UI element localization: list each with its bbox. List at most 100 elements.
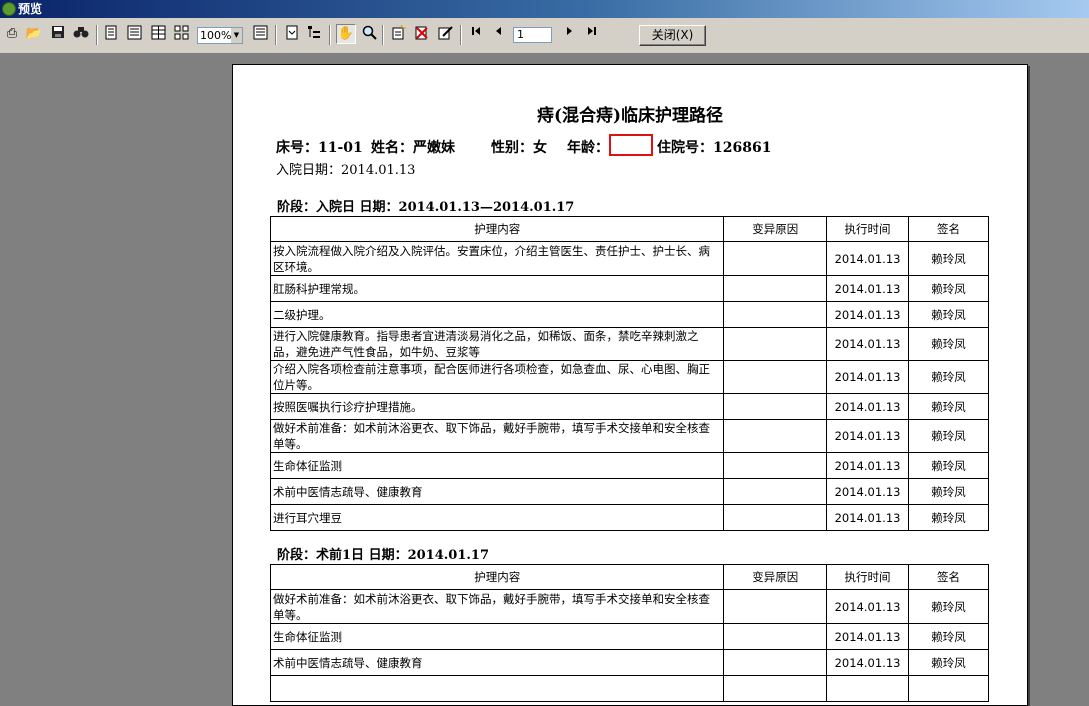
row-reason — [723, 241, 828, 276]
table-row: 二级护理。 2014.01.13 赖玲凤 — [269, 301, 990, 328]
row-reason — [723, 419, 828, 453]
table-row: 按照医嘱执行诊疗护理措施。 2014.01.13 赖玲凤 — [269, 393, 990, 420]
stage-1-table: 护理内容 变异原因 执行时间 签名 按入院流程做入院介绍及入院评估。安置床位，介… — [269, 216, 990, 531]
row-content: 进行耳穴埋豆 — [269, 504, 725, 531]
row-time: 2014.01.13 — [826, 452, 909, 479]
stage-2-header: 阶段：术前1日 日期：2014.01.17 — [277, 548, 489, 563]
chevron-down-icon[interactable]: ▼ — [231, 28, 242, 43]
document-title: 痔(混合痔)临床护理路径 — [536, 106, 724, 126]
table-row: 进行耳穴埋豆 2014.01.13 赖玲凤 — [269, 504, 990, 531]
row-time: 2014.01.13 — [826, 241, 909, 276]
row-sign: 赖玲凤 — [907, 623, 990, 650]
row-time: 2014.01.13 — [826, 649, 909, 676]
open-icon[interactable]: 📂 — [25, 25, 43, 43]
table-row: 生命体征监测 2014.01.13 赖玲凤 — [269, 623, 990, 650]
zoom-value: 100% — [200, 29, 232, 42]
page-setup-icon[interactable] — [251, 25, 269, 43]
row-content: 生命体征监测 — [269, 623, 725, 650]
outline-icon[interactable] — [283, 25, 301, 43]
print-icon[interactable]: ⎙ — [3, 25, 21, 43]
stage-2-table: 护理内容 变异原因 执行时间 签名 做好术前准备：如术前沐浴更衣、取下饰品，戴好… — [269, 564, 990, 702]
header-reason: 变异原因 — [723, 564, 828, 590]
zoom-icon[interactable] — [360, 25, 378, 43]
row-reason — [723, 649, 828, 676]
row-content: 做好术前准备：如术前沐浴更衣、取下饰品，戴好手腕带，填写手术交接单和安全核查单等… — [269, 589, 725, 624]
row-sign: 赖玲凤 — [907, 241, 990, 276]
header-time: 执行时间 — [826, 216, 909, 242]
tree-icon[interactable] — [305, 25, 323, 43]
header-content: 护理内容 — [269, 216, 725, 242]
row-time: 2014.01.13 — [826, 478, 909, 505]
row-content: 按照医嘱执行诊疗护理措施。 — [269, 393, 725, 420]
patient-name: 姓名：严嫩妹 — [371, 140, 455, 156]
row-time: 2014.01.13 — [826, 623, 909, 650]
row-content: 二级护理。 — [269, 301, 725, 328]
row-reason — [723, 452, 828, 479]
four-page-icon[interactable] — [149, 25, 167, 43]
table-row: 进行入院健康教育。指导患者宜进清淡易消化之品，如稀饭、面条，禁吃辛辣刺激之品，避… — [269, 327, 990, 361]
row-content: 介绍入院各项检查前注意事项，配合医师进行各项检查，如急查血、尿、心电图、胸正位片… — [269, 360, 725, 394]
table-row: 肛肠科护理常规。 2014.01.13 赖玲凤 — [269, 275, 990, 302]
single-page-icon[interactable] — [102, 25, 120, 43]
table-row: 术前中医情志疏导、健康教育 2014.01.13 赖玲凤 — [269, 649, 990, 676]
row-time: 2014.01.13 — [826, 360, 909, 394]
find-icon[interactable] — [72, 25, 90, 43]
row-time: 2014.01.13 — [826, 589, 909, 624]
row-sign: 赖玲凤 — [907, 301, 990, 328]
save-icon[interactable] — [49, 25, 67, 43]
table-header-row: 护理内容 变异原因 执行时间 签名 — [269, 564, 990, 590]
table-row: 做好术前准备：如术前沐浴更衣、取下饰品，戴好手腕带，填写手术交接单和安全核查单等… — [269, 589, 990, 624]
row-time: 2014.01.13 — [826, 327, 909, 361]
zoom-select[interactable]: 100% ▼ — [197, 27, 243, 44]
header-sign: 签名 — [907, 216, 990, 242]
row-content: 按入院流程做入院介绍及入院评估。安置床位，介绍主管医生、责任护士、护士长、病区环… — [269, 241, 725, 276]
prev-page-icon[interactable] — [489, 25, 507, 43]
row-sign: 赖玲凤 — [907, 478, 990, 505]
row-sign: 赖玲凤 — [907, 589, 990, 624]
toolbar-separator — [96, 25, 98, 45]
row-reason — [723, 275, 828, 302]
stage-1-header: 阶段：入院日 日期：2014.01.13—2014.01.17 — [277, 200, 575, 215]
row-time: 2014.01.13 — [826, 301, 909, 328]
row-content: 术前中医情志疏导、健康教育 — [269, 649, 725, 676]
header-content: 护理内容 — [269, 564, 725, 590]
table-row: 生命体征监测 2014.01.13 赖玲凤 — [269, 452, 990, 479]
header-sign: 签名 — [907, 564, 990, 590]
two-page-icon[interactable] — [125, 25, 143, 43]
row-sign: 赖玲凤 — [907, 275, 990, 302]
edit-icon[interactable] — [436, 25, 454, 43]
window-titlebar: 预览 — [0, 0, 1089, 18]
row-sign: 赖玲凤 — [907, 327, 990, 361]
row-reason — [723, 478, 828, 505]
age-highlight-box — [609, 134, 653, 156]
app-icon — [2, 2, 16, 16]
row-time: 2014.01.13 — [826, 275, 909, 302]
document-page: 痔(混合痔)临床护理路径 床号：11-01 姓名：严嫩妹 性别：女 年龄： 住院… — [232, 64, 1028, 706]
bed-number: 床号：11-01 — [276, 140, 363, 156]
multi-page-icon[interactable] — [172, 25, 190, 43]
row-reason — [723, 327, 828, 361]
close-button[interactable]: 关闭(X) — [639, 25, 706, 46]
table-row: 术前中医情志疏导、健康教育 2014.01.13 赖玲凤 — [269, 478, 990, 505]
admission-number: 住院号：126861 — [657, 140, 772, 156]
toolbar-separator — [329, 25, 331, 45]
row-time — [826, 675, 909, 702]
page-number-input[interactable]: 1 — [513, 27, 552, 43]
row-sign: 赖玲凤 — [907, 360, 990, 394]
row-content: 肛肠科护理常规。 — [269, 275, 725, 302]
table-row: 按入院流程做入院介绍及入院评估。安置床位，介绍主管医生、责任护士、护士长、病区环… — [269, 241, 990, 276]
row-reason — [723, 360, 828, 394]
row-sign: 赖玲凤 — [907, 504, 990, 531]
row-reason — [723, 589, 828, 624]
new-icon[interactable] — [389, 24, 407, 43]
first-page-icon[interactable] — [467, 25, 485, 43]
row-sign: 赖玲凤 — [907, 649, 990, 676]
last-page-icon[interactable] — [583, 25, 601, 43]
next-page-icon[interactable] — [561, 25, 579, 43]
row-time: 2014.01.13 — [826, 393, 909, 420]
row-reason — [723, 301, 828, 328]
row-time: 2014.01.13 — [826, 419, 909, 453]
row-content: 术前中医情志疏导、健康教育 — [269, 478, 725, 505]
delete-icon[interactable] — [412, 25, 430, 43]
hand-icon[interactable]: ✋ — [336, 24, 356, 44]
